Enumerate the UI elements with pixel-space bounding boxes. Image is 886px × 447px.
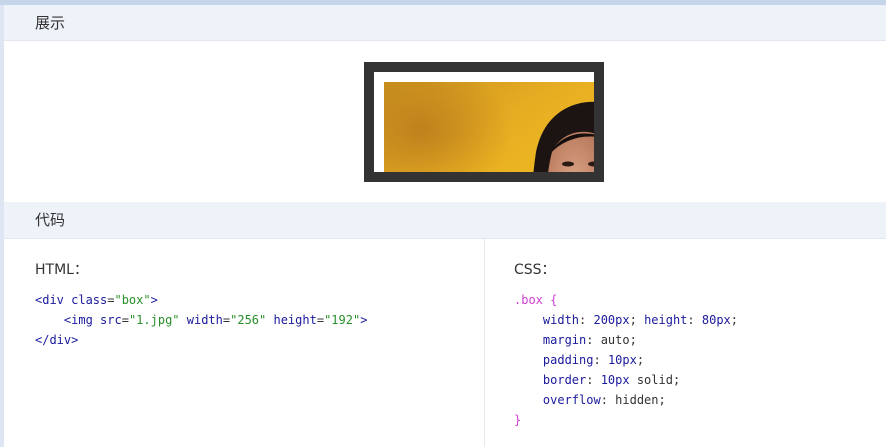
code-token: solid; <box>629 373 681 387</box>
code-token: <div <box>35 293 72 307</box>
code-token: : <box>687 313 702 327</box>
code-line: padding: 10px; <box>514 350 738 370</box>
code-column-divider <box>484 239 485 447</box>
code-line: <img src="1.jpg" width="256" height="192… <box>35 310 368 330</box>
code-token: width <box>179 313 223 327</box>
code-token: width <box>514 313 580 327</box>
code-token: ; <box>730 313 739 327</box>
code-line: width: 200px; height: 80px; <box>514 310 738 330</box>
demo-photo <box>384 82 594 172</box>
code-token: class <box>71 293 108 307</box>
code-token: ; <box>636 353 645 367</box>
code-token: border <box>514 373 587 387</box>
code-token: "192" <box>324 313 361 327</box>
code-token: height <box>644 313 688 327</box>
code-token: <img <box>35 313 101 327</box>
code-token: : auto; <box>586 333 637 347</box>
code-token: src <box>100 313 122 327</box>
code-token: > <box>360 313 368 327</box>
code-token: = <box>316 313 325 327</box>
code-token: margin <box>514 333 587 347</box>
code-token: height <box>266 313 317 327</box>
code-line: margin: auto; <box>514 330 738 350</box>
code-section-title: 代码 <box>35 211 66 229</box>
code-token: } <box>514 413 522 427</box>
code-token: </div> <box>35 333 79 347</box>
code-token: ; <box>629 313 645 327</box>
code-token: 200px <box>593 313 630 327</box>
code-line: overflow: hidden; <box>514 390 738 410</box>
code-token: "box" <box>114 293 151 307</box>
code-token: overflow <box>514 393 601 407</box>
code-line: .box { <box>514 290 738 310</box>
code-token: : hidden; <box>600 393 666 407</box>
code-token: > <box>150 293 158 307</box>
css-code-block: .box { width: 200px; height: 80px; margi… <box>514 290 738 430</box>
code-line: } <box>514 410 738 430</box>
code-token: "1.jpg" <box>128 313 180 327</box>
code-line: border: 10px solid; <box>514 370 738 390</box>
demo-section-title: 展示 <box>35 14 66 32</box>
code-token: = <box>121 313 129 327</box>
code-token: : <box>586 373 601 387</box>
html-panel-label: HTML： <box>35 262 88 278</box>
code-token: : <box>593 353 608 367</box>
code-token: 10px <box>600 373 630 387</box>
code-token: 10px <box>607 353 637 367</box>
demo-box <box>364 62 604 182</box>
code-token: padding <box>514 353 594 367</box>
code-token: : <box>579 313 594 327</box>
code-line: </div> <box>35 330 367 350</box>
code-token: 80px <box>701 313 731 327</box>
demo-section-header: 展示 <box>4 5 886 41</box>
code-token: .box { <box>514 293 558 307</box>
code-line: <div class="box"> <box>35 290 367 310</box>
code-token: "256" <box>230 313 267 327</box>
code-section-header: 代码 <box>4 202 886 239</box>
css-panel-label: CSS： <box>514 262 556 278</box>
html-code-block: <div class="box"> <img src="1.jpg" width… <box>35 290 367 350</box>
